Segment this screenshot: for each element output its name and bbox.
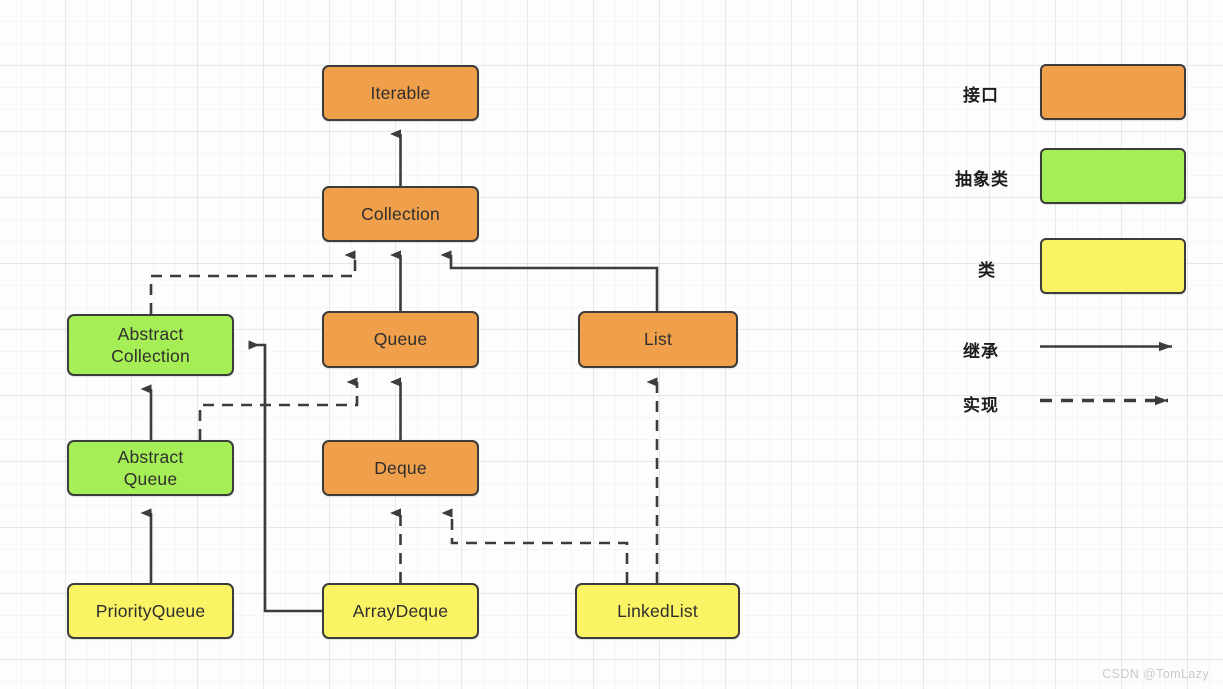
- diagram-canvas: Iterable Collection Queue List Deque Abs…: [0, 0, 1223, 689]
- legend-swatch-interface: [1040, 64, 1186, 120]
- edge-abstractqueue-to-queue: [198, 377, 359, 440]
- node-label: Collection: [361, 203, 440, 224]
- node-abstract-queue[interactable]: Abstract Queue: [67, 440, 234, 496]
- node-iterable[interactable]: Iterable: [322, 65, 479, 121]
- edge-arraydeque-to-abstractcollection: [248, 340, 322, 613]
- watermark: CSDN @TomLazy: [1102, 667, 1209, 681]
- node-collection[interactable]: Collection: [322, 186, 479, 242]
- node-queue[interactable]: Queue: [322, 311, 479, 368]
- node-label: Abstract Queue: [117, 446, 184, 489]
- node-label: Abstract Collection: [111, 323, 190, 366]
- legend-swatch-abstract-class: [1040, 148, 1186, 204]
- legend-label-interface: 接口: [963, 86, 999, 105]
- legend-label-implements: 实现: [963, 396, 999, 415]
- node-label: Queue: [373, 329, 428, 350]
- legend-label-extends: 继承: [963, 342, 999, 361]
- legend-label-class: 类: [978, 261, 996, 280]
- node-deque[interactable]: Deque: [322, 440, 479, 496]
- edge-linkedlist-to-deque: [441, 508, 629, 583]
- node-list[interactable]: List: [578, 311, 738, 368]
- node-abstract-collection[interactable]: Abstract Collection: [67, 314, 234, 376]
- edge-abstractcollection-to-collection: [149, 250, 357, 314]
- node-label: PriorityQueue: [95, 600, 206, 621]
- node-label: LinkedList: [617, 600, 698, 621]
- legend-swatch-class: [1040, 238, 1186, 294]
- node-label: ArrayDeque: [352, 600, 449, 621]
- edge-list-to-collection: [440, 250, 659, 311]
- node-priority-queue[interactable]: PriorityQueue: [67, 583, 234, 639]
- node-label: List: [643, 329, 673, 350]
- node-linked-list[interactable]: LinkedList: [575, 583, 740, 639]
- legend-label-abstract-class: 抽象类: [955, 170, 1009, 189]
- node-label: Deque: [374, 457, 427, 478]
- node-label: Iterable: [370, 82, 431, 103]
- node-array-deque[interactable]: ArrayDeque: [322, 583, 479, 639]
